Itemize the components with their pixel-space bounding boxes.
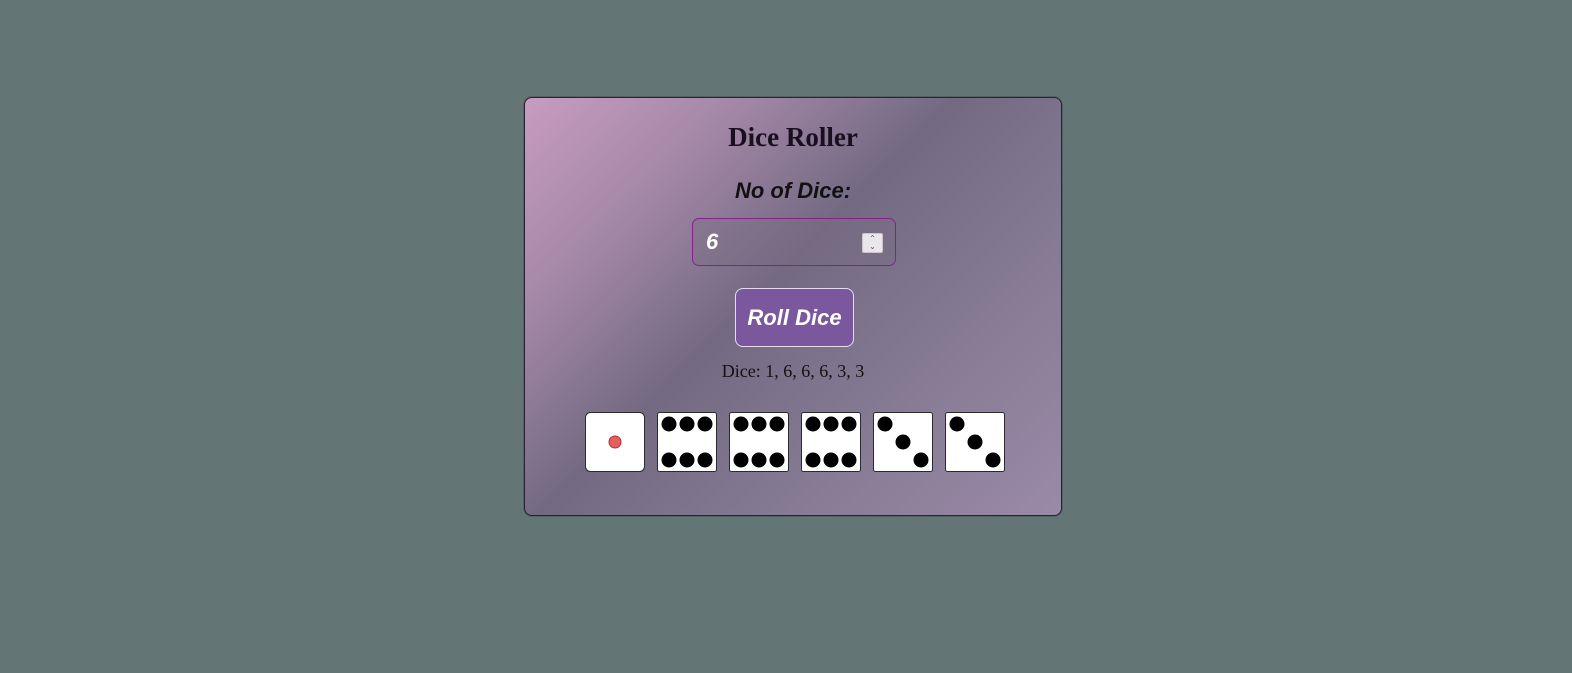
- dice-count-value: 6: [706, 229, 719, 254]
- die-face-6: [657, 412, 717, 472]
- dice-count-label: No of Dice:: [734, 178, 852, 203]
- dice-roller-card: Dice Roller No of Dice: 6 ⌃ ⌄ Roll Dice …: [524, 97, 1062, 516]
- chevron-down-icon[interactable]: ⌄: [869, 243, 876, 251]
- die-pip: [823, 452, 839, 468]
- die-pip: [661, 416, 677, 432]
- die-pip: [769, 452, 785, 468]
- die-pip: [697, 452, 713, 468]
- die-pip: [679, 416, 695, 432]
- die-pip: [967, 434, 983, 450]
- die-pip: [985, 452, 1001, 468]
- die-pip: [841, 452, 857, 468]
- die-face-icon: [585, 412, 645, 472]
- number-spinner[interactable]: ⌃ ⌄: [862, 233, 883, 253]
- die-pip: [751, 416, 767, 432]
- die-pip: [697, 416, 713, 432]
- die-face-6: [729, 412, 789, 472]
- die-pip: [733, 452, 749, 468]
- die-pip: [841, 416, 857, 432]
- die-pip: [805, 452, 821, 468]
- dice-result-text: Dice: 1, 6, 6, 6, 3, 3: [721, 361, 865, 381]
- die-pip: [751, 452, 767, 468]
- die-pip: [661, 452, 677, 468]
- die-face-3: [873, 412, 933, 472]
- die-pip: [769, 416, 785, 432]
- die-face-icon: [657, 412, 717, 472]
- dice-count-input[interactable]: 6 ⌃ ⌄: [692, 218, 896, 266]
- die-face-icon: [801, 412, 861, 472]
- die-face-1: [585, 412, 645, 472]
- die-pip: [733, 416, 749, 432]
- die-pip: [805, 416, 821, 432]
- die-face-6: [801, 412, 861, 472]
- page-title: Dice Roller: [728, 122, 858, 152]
- die-face-icon: [873, 412, 933, 472]
- die-pip: [608, 435, 622, 449]
- dice-row: [585, 412, 1005, 472]
- die-face-3: [945, 412, 1005, 472]
- die-pip: [823, 416, 839, 432]
- roll-dice-button[interactable]: Roll Dice: [735, 288, 854, 347]
- die-pip: [895, 434, 911, 450]
- die-pip: [877, 416, 893, 432]
- die-face-icon: [945, 412, 1005, 472]
- die-pip: [949, 416, 965, 432]
- die-face-icon: [729, 412, 789, 472]
- die-pip: [679, 452, 695, 468]
- die-pip: [913, 452, 929, 468]
